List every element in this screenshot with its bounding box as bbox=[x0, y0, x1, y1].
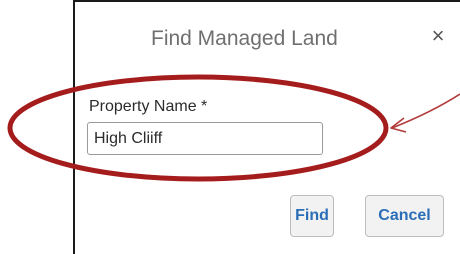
screenshot-stage: Find Managed Land × Property Name * Find… bbox=[0, 0, 460, 254]
find-button[interactable]: Find bbox=[290, 195, 334, 237]
cancel-button[interactable]: Cancel bbox=[365, 195, 444, 237]
property-name-input[interactable] bbox=[87, 122, 323, 155]
property-name-label: Property Name * bbox=[89, 98, 208, 115]
dialog-title: Find Managed Land bbox=[151, 27, 338, 50]
find-managed-land-dialog: Find Managed Land × Property Name * Find… bbox=[73, 0, 460, 254]
close-icon[interactable]: × bbox=[427, 23, 449, 49]
